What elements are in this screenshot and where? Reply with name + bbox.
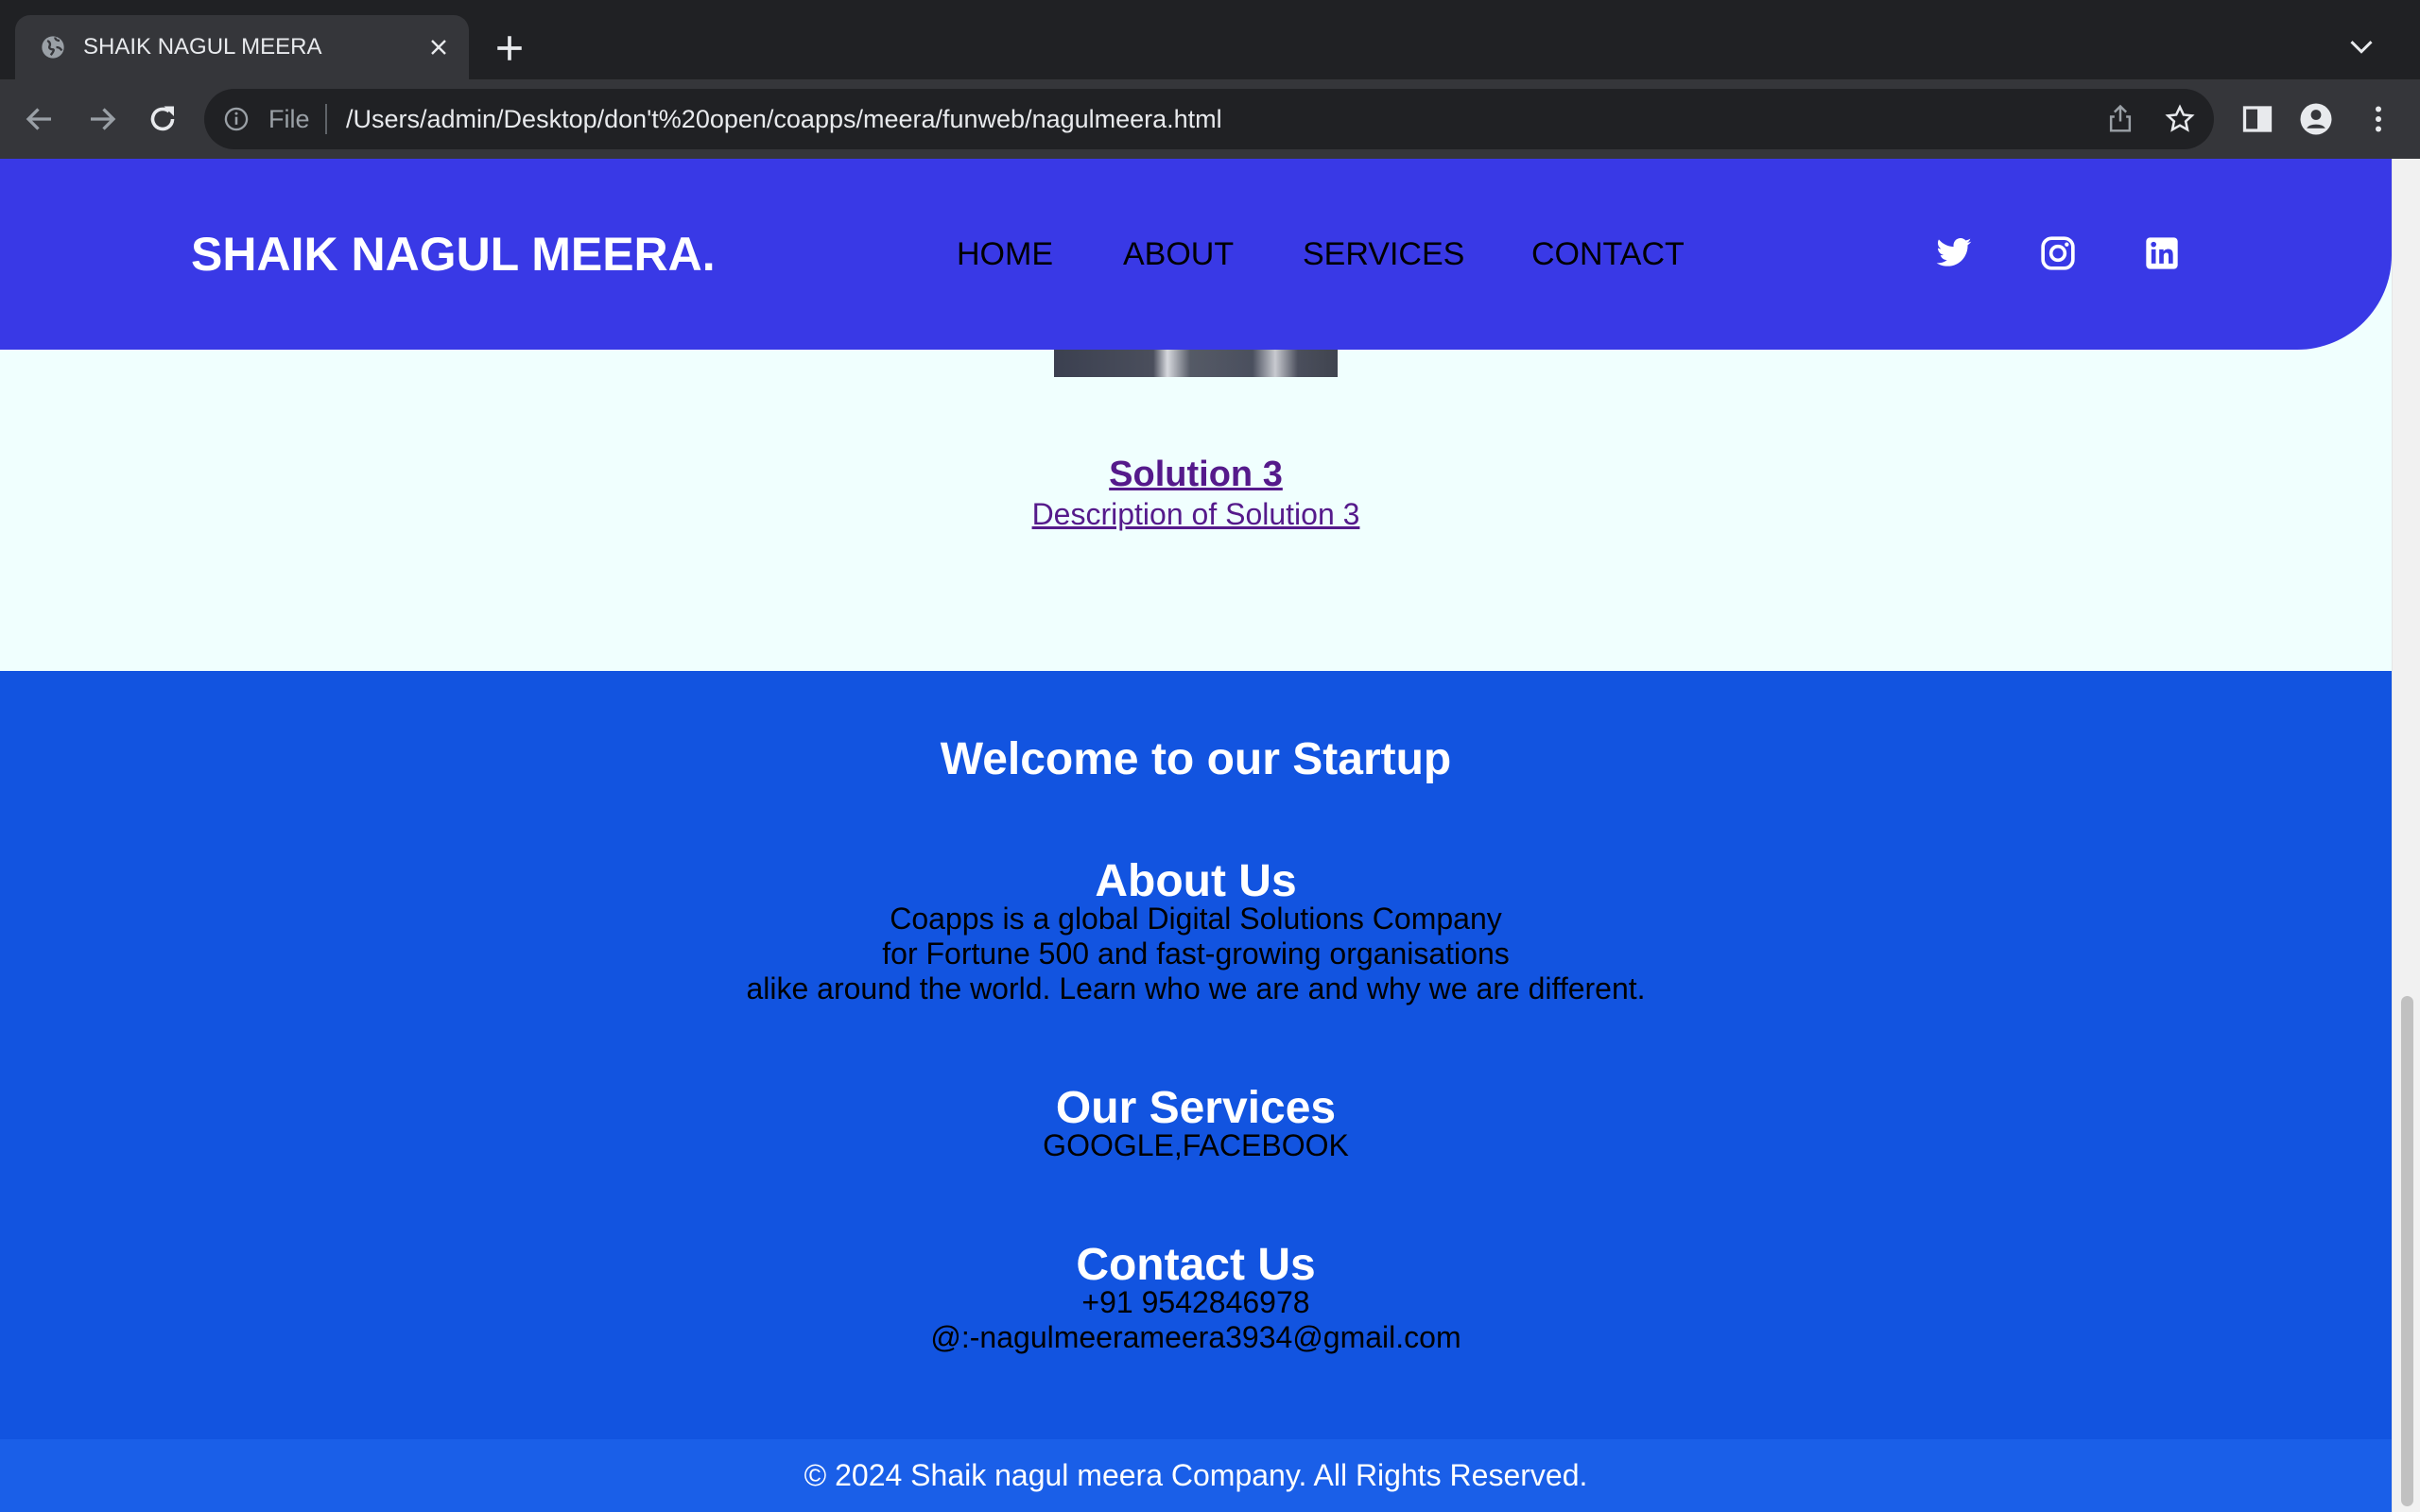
footer-welcome-heading: Welcome to our Startup (940, 734, 1452, 784)
copyright-bar: © 2024 Shaik nagul meera Company. All Ri… (0, 1439, 2392, 1512)
linkedin-icon[interactable] (2143, 234, 2181, 272)
browser-toolbar: File /Users/admin/Desktop/don't%20open/c… (0, 79, 2420, 159)
about-heading: About Us (1095, 856, 1297, 906)
nav-about[interactable]: ABOUT (1123, 236, 1234, 273)
scrollbar-thumb[interactable] (2401, 996, 2413, 1506)
solution-card: Solution 3 Description of Solution 3 (0, 454, 2392, 533)
about-line: alike around the world. Learn who we are… (746, 971, 1646, 1005)
tab-title: SHAIK NAGUL MEERA (83, 34, 322, 60)
back-icon[interactable] (23, 102, 57, 136)
nav-services[interactable]: SERVICES (1303, 236, 1464, 273)
browser-tab[interactable]: SHAIK NAGUL MEERA (15, 15, 469, 79)
chevron-down-icon[interactable] (2348, 36, 2375, 59)
more-menu-icon[interactable] (2361, 102, 2395, 136)
nav-home[interactable]: HOME (957, 236, 1053, 273)
about-line: Coapps is a global Digital Solutions Com… (890, 902, 1502, 936)
share-icon[interactable] (2106, 104, 2135, 134)
site-header: SHAIK NAGUL MEERA. HOME ABOUT SERVICES C… (0, 159, 2392, 350)
solution-description-link[interactable]: Description of Solution 3 (0, 495, 2392, 533)
copyright-text: © 2024 Shaik nagul meera Company. All Ri… (804, 1458, 1588, 1492)
page-viewport: Solution 3 Description of Solution 3 SHA… (0, 159, 2420, 1512)
contact-phone: +91 9542846978 (1081, 1285, 1310, 1319)
site-brand[interactable]: SHAIK NAGUL MEERA. (191, 227, 716, 282)
tab-strip: SHAIK NAGUL MEERA (0, 0, 2420, 79)
forward-icon[interactable] (85, 102, 119, 136)
profile-avatar-icon[interactable] (2299, 102, 2333, 136)
url-text[interactable]: /Users/admin/Desktop/don't%20open/coapps… (346, 105, 1222, 134)
url-scheme-label: File (268, 105, 310, 133)
side-panel-icon[interactable] (2240, 102, 2274, 136)
close-tab-icon[interactable] (427, 36, 450, 59)
address-bar[interactable]: File /Users/admin/Desktop/don't%20open/c… (204, 89, 2214, 149)
info-icon[interactable] (223, 106, 250, 132)
twitter-icon[interactable] (1935, 234, 1973, 272)
omnibox-divider (325, 104, 327, 134)
new-tab-icon[interactable] (493, 32, 526, 64)
services-text: GOOGLE,FACEBOOK (1043, 1128, 1349, 1162)
nav-contact[interactable]: CONTACT (1531, 236, 1685, 273)
contact-email: @:-nagulmeerameera3934@gmail.com (930, 1320, 1461, 1354)
site-footer: Welcome to our Startup About Us Coapps i… (0, 671, 2392, 1512)
globe-icon (42, 36, 64, 59)
bookmark-star-icon[interactable] (2165, 104, 2195, 134)
instagram-icon[interactable] (2039, 234, 2077, 272)
services-heading: Our Services (1055, 1083, 1337, 1133)
solution-title-link[interactable]: Solution 3 (0, 454, 2392, 495)
about-line: for Fortune 500 and fast-growing organis… (882, 936, 1510, 971)
reload-icon[interactable] (146, 102, 180, 136)
page-scrollbar[interactable] (2392, 159, 2420, 1512)
contact-heading: Contact Us (1076, 1240, 1316, 1290)
